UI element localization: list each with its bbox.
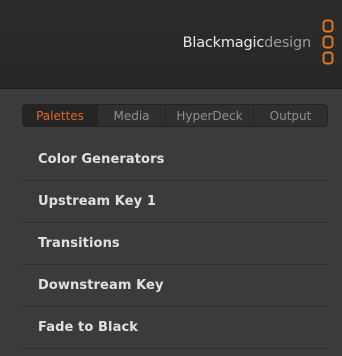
palette-label: Color Generators	[38, 152, 165, 167]
palette-transitions[interactable]: Transitions	[22, 223, 328, 265]
palette-fade-to-black[interactable]: Fade to Black	[22, 307, 328, 349]
brand-wordmark: Blackmagicdesign	[182, 35, 312, 51]
brand-name-strong: Blackmagic	[182, 35, 265, 51]
tab-label: HyperDeck	[176, 108, 243, 123]
palette-label: Downstream Key	[38, 278, 164, 293]
header-bar: Blackmagicdesign	[0, 0, 342, 89]
palette-label: Upstream Key 1	[38, 194, 156, 209]
palette-color-generators[interactable]: Color Generators	[22, 139, 328, 181]
side-panel: Palettes Media HyperDeck Output Color Ge…	[0, 89, 342, 356]
blackmagic-logo-icon	[322, 19, 334, 65]
atem-software-control-window: Blackmagicdesign Palettes Media HyperDec…	[0, 0, 342, 356]
tab-label: Palettes	[36, 108, 84, 123]
brand-name-light: design	[264, 35, 311, 51]
palette-upstream-key-1[interactable]: Upstream Key 1	[22, 181, 328, 223]
tab-palettes[interactable]: Palettes	[23, 105, 98, 126]
tab-label: Media	[113, 108, 150, 123]
tab-hyperdeck[interactable]: HyperDeck	[166, 105, 254, 126]
palette-label: Transitions	[38, 236, 120, 251]
palette-label: Fade to Black	[38, 320, 138, 335]
palette-list: Color Generators Upstream Key 1 Transiti…	[22, 139, 328, 349]
tab-media[interactable]: Media	[98, 105, 166, 126]
panel-tab-bar: Palettes Media HyperDeck Output	[22, 104, 328, 127]
palette-downstream-key[interactable]: Downstream Key	[22, 265, 328, 307]
tab-label: Output	[269, 108, 312, 123]
tab-output[interactable]: Output	[254, 105, 327, 126]
